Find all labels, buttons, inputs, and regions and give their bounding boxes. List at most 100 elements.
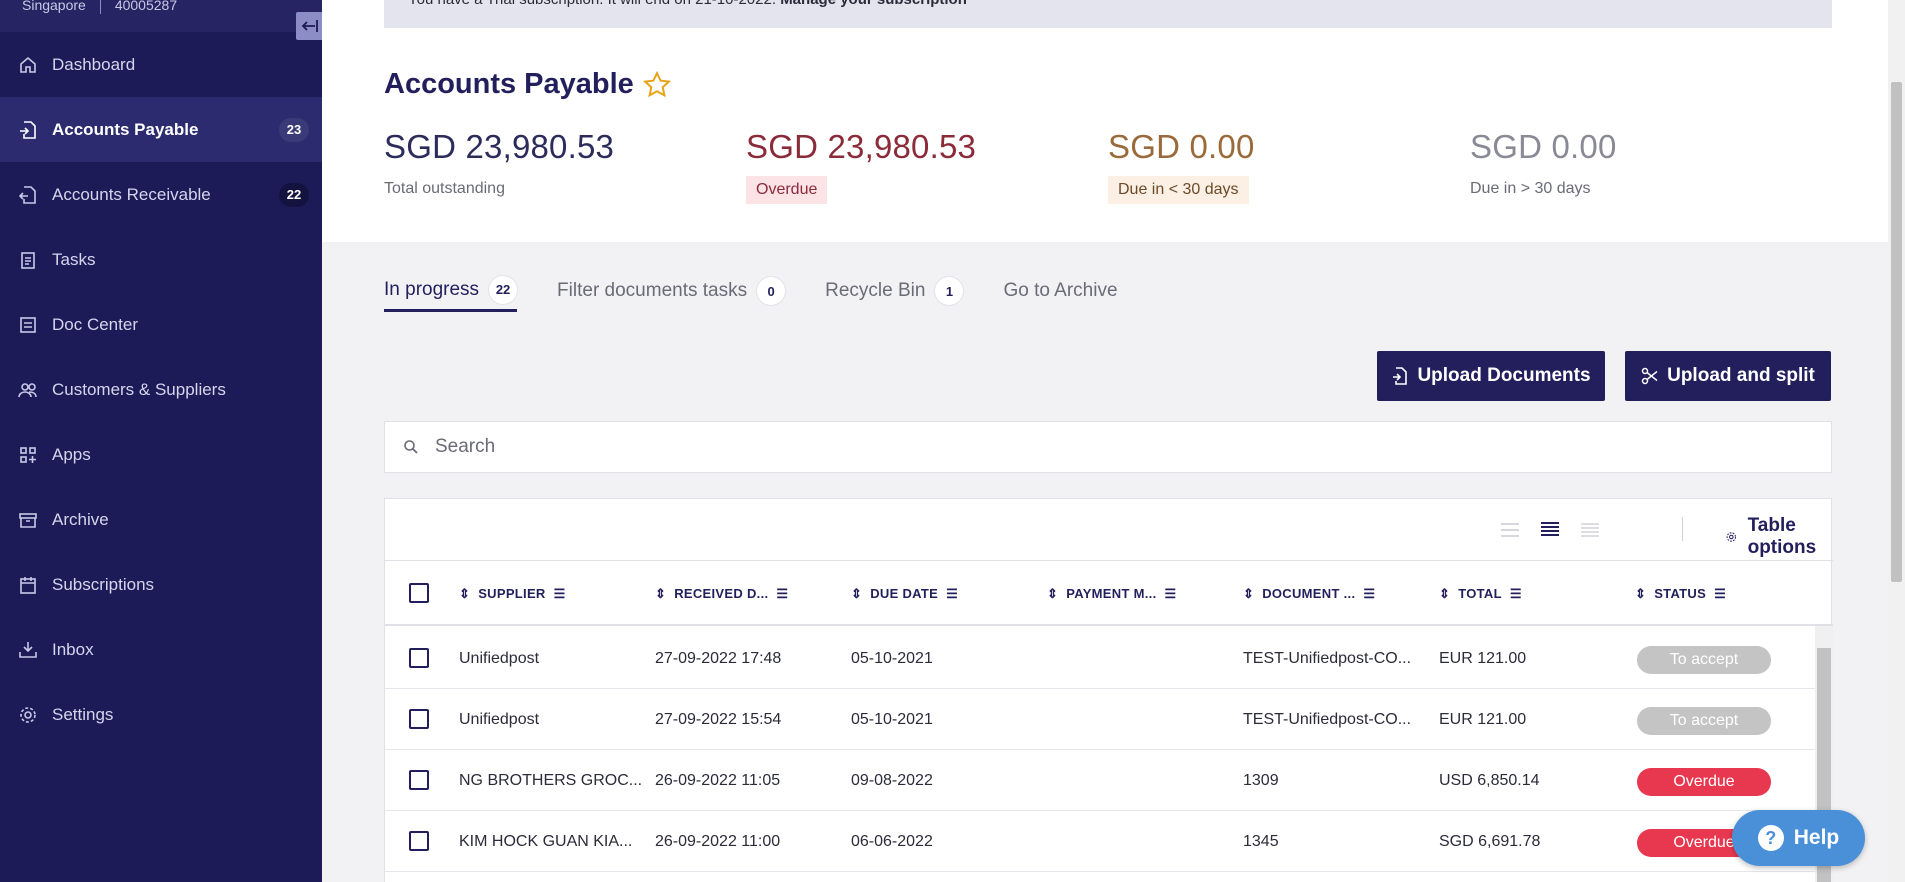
upload-documents-button[interactable]: Upload Documents [1377,351,1605,401]
page-scrollbar-thumb[interactable] [1891,82,1902,582]
documents-table: Table options ⇕ SUPPLIER ☰ ⇕ RECEIVED D.… [384,498,1833,882]
sidebar-item-inbox[interactable]: Inbox [0,617,322,682]
summary-panel [322,0,1888,242]
tab-count: 1 [935,277,964,305]
sidebar-item-label: Archive [52,509,109,529]
column-total[interactable]: ⇕ TOTAL ☰ [1439,561,1522,626]
density-comfortable-icon[interactable] [1579,519,1601,541]
stat-due-under-30: SGD 0.00 Due in < 30 days [1108,128,1408,204]
sort-icon[interactable]: ⇕ [1047,586,1058,602]
sidebar-item-label: Customers & Suppliers [52,379,226,399]
column-document-number[interactable]: ⇕ DOCUMENT ... ☰ [1243,561,1375,626]
sort-icon[interactable]: ⇕ [1243,586,1254,602]
manage-subscription-link[interactable]: Manage your subscription [780,0,967,8]
star-icon[interactable] [642,70,672,100]
sidebar-item-label: Subscriptions [52,574,155,594]
toolbar-divider [1682,517,1683,541]
document-tabs: In progress 22 Filter documents tasks 0 … [384,270,1158,312]
cell-due: 06-06-2022 [851,832,933,850]
sidebar-item-dashboard[interactable]: Dashboard [0,32,322,97]
filter-icon[interactable]: ☰ [1363,586,1375,602]
column-received-date[interactable]: ⇕ RECEIVED D... ☰ [655,561,788,626]
company-divider [99,0,101,14]
filter-icon[interactable]: ☰ [1164,586,1176,602]
row-checkbox[interactable] [409,648,429,668]
tab-filter-documents-tasks[interactable]: Filter documents tasks 0 [557,270,786,312]
column-payment-method[interactable]: ⇕ PAYMENT M... ☰ [1047,561,1176,626]
filter-icon[interactable]: ☰ [776,586,788,602]
sort-icon[interactable]: ⇕ [655,586,666,602]
tab-recycle-bin[interactable]: Recycle Bin 1 [825,270,964,312]
density-standard-icon[interactable] [1539,519,1561,541]
banner-text: You have a Trial subscription. It will e… [408,0,776,8]
tab-go-to-archive[interactable]: Go to Archive [1003,270,1117,312]
upload-and-split-button[interactable]: Upload and split [1625,351,1831,401]
row-checkbox[interactable] [409,709,429,729]
stat-total-outstanding: SGD 23,980.53 Total outstanding [384,128,684,202]
cell-total: EUR 121.00 [1439,710,1527,728]
main-content: You have a Trial subscription. It will e… [322,0,1888,882]
company-info: Singapore 40005287 [22,0,177,14]
cell-document: TEST-Unifiedpost-CO... [1243,649,1412,667]
sidebar-item-accounts-receivable[interactable]: Accounts Receivable 22 [0,162,322,227]
row-checkbox[interactable] [409,770,429,790]
status-badge: To accept [1637,707,1771,735]
stat-due-over-30: SGD 0.00 Due in > 30 days [1470,128,1770,202]
sort-icon[interactable]: ⇕ [1439,586,1450,602]
stat-label: Due in > 30 days [1470,180,1591,197]
table-row[interactable]: Unifiedpost 27-09-2022 15:54 05-10-2021 … [385,689,1815,750]
sidebar-item-doc-center[interactable]: Doc Center [0,292,322,357]
filter-icon[interactable]: ☰ [554,586,566,602]
apps-icon [17,444,39,466]
sidebar-item-accounts-payable[interactable]: Accounts Payable 23 [0,97,322,162]
tab-in-progress[interactable]: In progress 22 [384,270,518,312]
tab-label: Recycle Bin [825,280,926,301]
trial-banner: You have a Trial subscription. It will e… [384,0,1832,28]
table-row[interactable]: KIM HOCK GUAN KIA... 26-09-2022 11:00 06… [385,811,1815,872]
sidebar-item-label: Doc Center [52,314,138,334]
cell-received: 27-09-2022 15:54 [655,710,782,728]
search-input[interactable] [435,436,1735,458]
tab-count: 0 [757,277,786,305]
table-options-button[interactable]: Table options [1725,515,1833,559]
scissors-icon [1641,367,1658,385]
filter-icon[interactable]: ☰ [1714,586,1726,602]
filter-icon[interactable]: ☰ [946,586,958,602]
upload-document-icon [1393,367,1408,385]
sidebar-item-tasks[interactable]: Tasks [0,227,322,292]
tab-label: In progress [384,278,480,300]
filter-icon[interactable]: ☰ [1510,586,1522,602]
help-button[interactable]: ? Help [1732,810,1865,866]
sort-icon[interactable]: ⇕ [851,586,862,602]
sidebar-item-archive[interactable]: Archive [0,487,322,552]
tab-label: Go to Archive [1003,280,1118,301]
search-bar [384,421,1832,473]
sidebar-item-label: Inbox [52,639,94,659]
cell-supplier: KIM HOCK GUAN KIA... [459,832,633,850]
row-checkbox[interactable] [409,831,429,851]
table-row[interactable]: Unifiedpost 27-09-2022 17:48 05-10-2021 … [385,628,1815,689]
table-row[interactable]: NG BROTHERS GROC... 26-09-2022 11:05 09-… [385,750,1815,811]
doc-center-icon [17,314,39,336]
status-badge: Overdue [1637,768,1771,796]
sidebar-item-subscriptions[interactable]: Subscriptions [0,552,322,617]
column-label: SUPPLIER [478,586,546,601]
sidebar-item-label: Dashboard [52,54,136,74]
cell-supplier: Unifiedpost [459,649,540,667]
column-due-date[interactable]: ⇕ DUE DATE ☰ [851,561,958,626]
cell-document: 1309 [1243,771,1279,789]
sort-icon[interactable]: ⇕ [459,586,470,602]
column-supplier[interactable]: ⇕ SUPPLIER ☰ [459,561,566,626]
page-scrollbar[interactable] [1888,0,1905,882]
help-label: Help [1793,826,1840,849]
column-label: PAYMENT M... [1066,586,1157,601]
density-compact-icon[interactable] [1499,519,1521,541]
sidebar-item-apps[interactable]: Apps [0,422,322,487]
document-in-icon [17,119,39,141]
sidebar-item-settings[interactable]: Settings [0,682,322,747]
column-status[interactable]: ⇕ STATUS ☰ [1635,561,1726,626]
column-label: DOCUMENT ... [1262,586,1356,601]
select-all-checkbox[interactable] [409,583,429,603]
sidebar-item-customers-suppliers[interactable]: Customers & Suppliers [0,357,322,422]
sort-icon[interactable]: ⇕ [1635,586,1646,602]
